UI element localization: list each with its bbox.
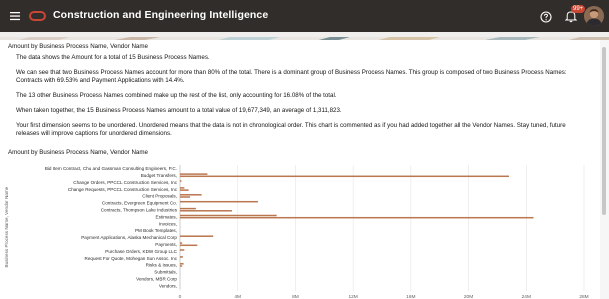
category-label: Risks & Issues,	[146, 263, 177, 268]
summary-heading: Amount by Business Process Name, Vendor …	[8, 43, 148, 50]
x-tick-label: 8M	[292, 294, 299, 299]
category-label: Change Orders, PPCCL Construction Servic…	[73, 180, 177, 185]
chart-canvas: Business Process Name, Vendor Name 0 4M 8M 1…	[4, 165, 589, 299]
data-bar	[180, 263, 184, 265]
x-tick-label: 20M	[464, 294, 473, 299]
category-label: Client Proposals,	[142, 194, 177, 199]
x-tick-label: 24M	[522, 294, 531, 299]
category-label: Estimates,	[156, 214, 177, 219]
data-bar	[180, 173, 208, 175]
data-bar	[180, 196, 191, 198]
x-tick-label: 12M	[348, 294, 357, 299]
oracle-logo-icon[interactable]	[29, 11, 46, 21]
report-content: Amount by Business Process Name, Vendor …	[0, 40, 600, 299]
summary-paragraph: The 13 other Business Process Names comb…	[16, 92, 337, 99]
category-label: Vendors, MBR Corp	[136, 276, 177, 281]
category-label: Vendors,	[159, 283, 177, 288]
category-label: Request For Quote, Mohegan Sun Assoc. In…	[85, 256, 178, 261]
summary-paragraph: Your first dimension seems to be unorder…	[16, 122, 566, 137]
category-label: Submittals,	[154, 270, 177, 275]
notification-count-badge: 99+	[571, 5, 586, 13]
data-bar	[180, 189, 189, 191]
data-bar	[180, 180, 182, 182]
x-tick-label: 28M	[579, 294, 588, 299]
category-label: Purchase Orders, KDW Group LLC	[105, 249, 177, 254]
x-tick-label: 4M	[234, 294, 241, 299]
summary-paragraph: The data shows the Amount for a total of…	[16, 54, 210, 61]
data-bar	[180, 175, 509, 178]
user-avatar[interactable]	[584, 6, 604, 26]
y-axis-title: Business Process Name, Vendor Name	[4, 186, 9, 267]
category-label: Contracts, Thompson Lake Industries	[101, 207, 178, 212]
category-label: Budget Transfers,	[141, 173, 177, 178]
x-tick-label: 16M	[406, 294, 415, 299]
category-label: Bid Item Contract, Chu and Gassman Consu…	[45, 166, 177, 171]
summary-paragraph: We can see that two Business Process Nam…	[16, 69, 567, 84]
data-bar	[180, 244, 198, 247]
data-bar	[180, 200, 258, 203]
data-bar	[180, 256, 183, 258]
scrollbar-thumb[interactable]	[602, 47, 606, 215]
app-title: Construction and Engineering Intelligenc…	[53, 9, 269, 21]
data-bar	[180, 235, 214, 237]
x-tick-label: 0	[179, 294, 182, 299]
decorative-banner	[0, 32, 609, 40]
data-bar	[180, 216, 534, 219]
help-icon[interactable]	[540, 10, 552, 23]
category-label: Change Requests, PPCCL Construction Serv…	[68, 187, 178, 192]
chart-title: Amount by Business Process Name, Vendor …	[8, 149, 148, 156]
summary-paragraph: When taken together, the 15 Business Pro…	[16, 107, 342, 114]
data-bar	[180, 207, 196, 210]
data-bar	[180, 214, 277, 217]
data-bar	[180, 265, 183, 267]
data-bar	[180, 249, 185, 251]
category-label: Payment Applications, Alaska Mechanical …	[81, 235, 177, 240]
data-bar	[180, 242, 183, 244]
category-label: Invoices,	[159, 221, 177, 226]
category-label: PM Book Templates,	[135, 228, 177, 233]
category-label: Contracts, Evergreen Equipment Co.	[102, 201, 177, 206]
category-label: Payments,	[155, 242, 177, 247]
hamburger-menu-icon[interactable]	[8, 9, 22, 23]
data-bar	[180, 194, 202, 196]
bar-chart: Business Process Name, Vendor Name 0 4M 8M 1…	[0, 160, 600, 299]
data-bar	[180, 210, 232, 212]
data-bar	[180, 187, 185, 189]
app-header: Construction and Engineering Intelligenc…	[0, 0, 609, 32]
